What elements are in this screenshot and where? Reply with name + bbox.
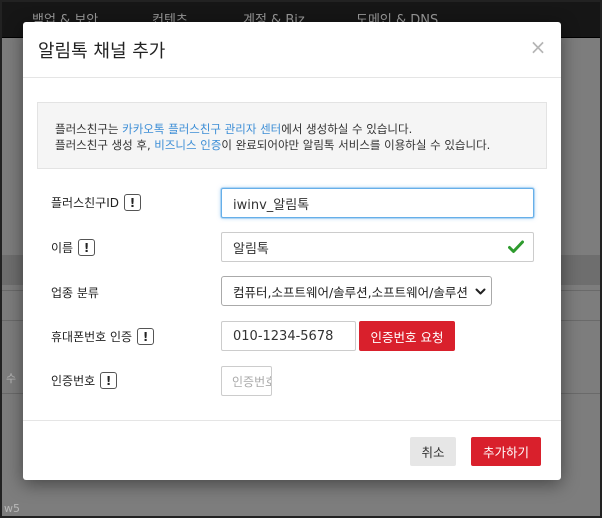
bg-text: 수 <box>6 372 17 385</box>
notice-box: 플러스친구는 카카오톡 플러스친구 관리자 센터에서 생성하실 수 있습니다. … <box>37 102 547 169</box>
close-icon[interactable]: × <box>529 37 547 57</box>
info-icon[interactable]: ! <box>123 194 141 211</box>
verify-code-label: 인증번호 ! <box>51 372 118 389</box>
phone-label: 휴대폰번호 인증 ! <box>51 328 155 345</box>
industry-label: 업종 분류 <box>51 286 99 300</box>
phone-input[interactable]: 010-1234-5678 <box>221 321 356 351</box>
name-label: 이름 ! <box>51 239 96 256</box>
verify-code-input[interactable]: 인증번호 <box>221 366 272 396</box>
check-icon <box>508 240 524 253</box>
plusfriend-id-input[interactable]: iwinv_알림톡 <box>221 188 534 218</box>
notice-line-2: 플러스친구 생성 후, 비즈니스 인증이 완료되어야만 알림톡 서비스를 이용하… <box>55 138 491 152</box>
business-auth-link[interactable]: 비즈니스 인증 <box>154 138 221 152</box>
submit-button[interactable]: 추가하기 <box>471 437 541 466</box>
chevron-down-icon <box>475 288 486 295</box>
add-channel-modal: 알림톡 채널 추가 × 플러스친구는 카카오톡 플러스친구 관리자 센터에서 생… <box>23 22 561 480</box>
request-code-button[interactable]: 인증번호 요청 <box>359 321 455 351</box>
modal-title: 알림톡 채널 추가 <box>38 41 166 62</box>
info-icon[interactable]: ! <box>78 239 96 256</box>
modal-header: 알림톡 채널 추가 × <box>23 22 561 78</box>
notice-line-1: 플러스친구는 카카오톡 플러스친구 관리자 센터에서 생성하실 수 있습니다. <box>55 122 413 136</box>
bg-text: w5 <box>4 502 20 515</box>
name-input[interactable]: 알림톡 <box>221 232 534 262</box>
industry-select[interactable]: 컴퓨터,소프트웨어/솔루션,소프트웨어/솔루션 <box>221 276 492 306</box>
plusfriend-id-label: 플러스친구ID ! <box>51 194 141 211</box>
footer-divider <box>23 420 561 421</box>
info-icon[interactable]: ! <box>100 372 118 389</box>
info-icon[interactable]: ! <box>137 328 155 345</box>
cancel-button[interactable]: 취소 <box>410 437 456 466</box>
plusfriend-admin-link[interactable]: 카카오톡 플러스친구 관리자 센터 <box>122 122 281 136</box>
